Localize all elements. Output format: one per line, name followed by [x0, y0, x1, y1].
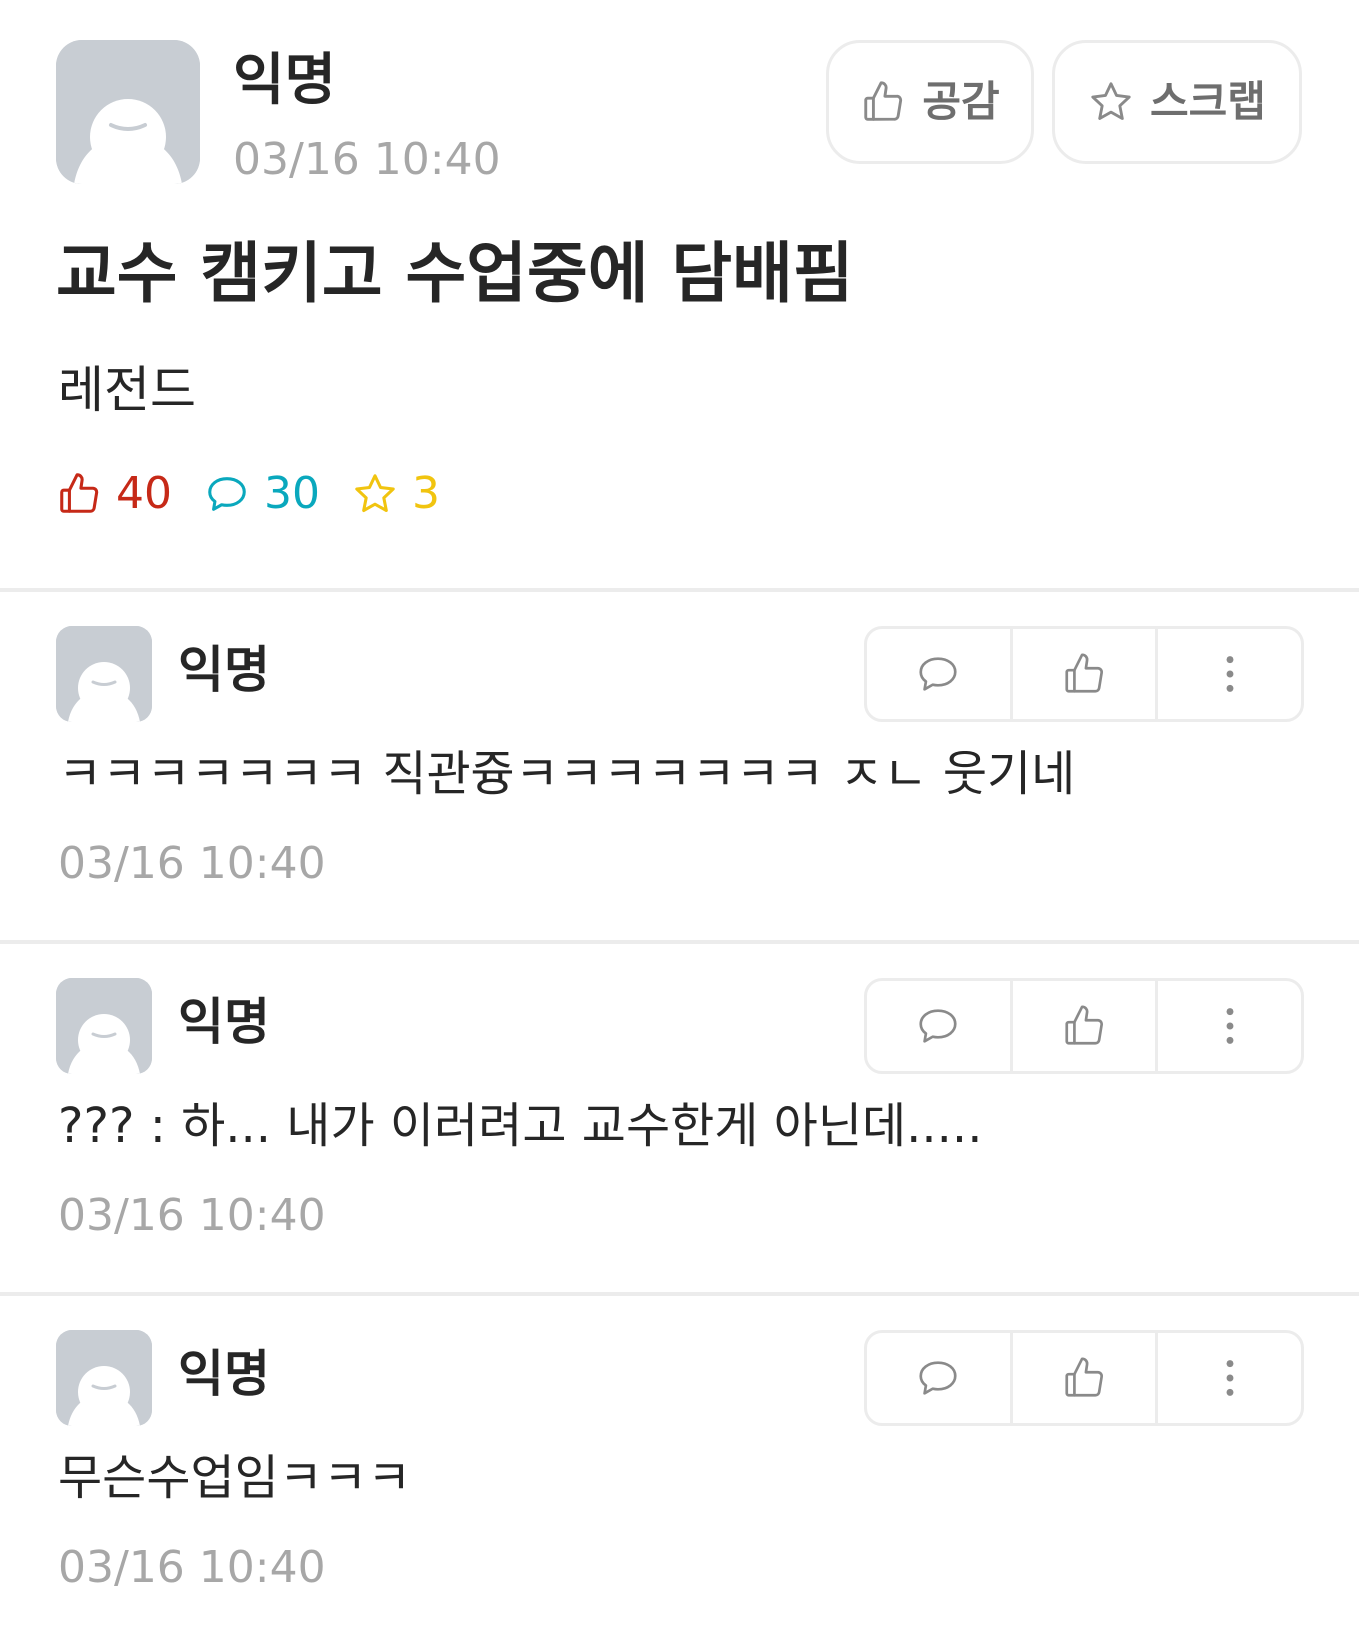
comment-like-button[interactable]: [1009, 981, 1156, 1071]
speech-bubble-icon: [919, 1009, 957, 1043]
post-author-name: 익명: [233, 48, 337, 113]
comment-like-button[interactable]: [1009, 629, 1156, 719]
speech-bubble-icon: [919, 657, 957, 691]
comment-action-bar: [864, 626, 1304, 722]
scrap-button-label: 스크랩: [1150, 77, 1266, 126]
thumbs-up-icon: [1065, 653, 1103, 693]
comment-timestamp: 03/16 10:40: [58, 1542, 326, 1593]
more-options-button[interactable]: [1155, 981, 1301, 1071]
star-icon: [352, 471, 398, 517]
comment-text: ??? : 하... 내가 이러려고 교수한게 아닌데.....: [58, 1098, 983, 1154]
more-vertical-icon: [1226, 656, 1234, 692]
thumbs-up-icon: [56, 471, 102, 517]
scrap-button[interactable]: 스크랩: [1052, 40, 1302, 164]
comment-item: 익명 ??? : 하... 내가 이러려고 교수한게 아닌데..... 03/1…: [0, 944, 1359, 1292]
author-avatar-icon: [56, 40, 200, 184]
star-icon: [1088, 79, 1134, 125]
post-timestamp: 03/16 10:40: [233, 134, 501, 185]
comment-author-name: 익명: [178, 641, 270, 699]
comment-author-name: 익명: [178, 1345, 270, 1403]
reply-button[interactable]: [867, 629, 1010, 719]
like-button[interactable]: 공감: [826, 40, 1034, 164]
more-vertical-icon: [1226, 1360, 1234, 1396]
commenter-avatar-icon: [56, 626, 152, 722]
article-post: 익명 03/16 10:40 공감 스크랩 교수 캠키고 수업중에 담배핌 레전…: [0, 0, 1359, 590]
comment-action-bar: [864, 1330, 1304, 1426]
thumbs-up-icon: [1065, 1005, 1103, 1045]
more-vertical-icon: [1226, 1008, 1234, 1044]
like-count-value: 40: [116, 468, 172, 519]
speech-bubble-icon: [204, 471, 250, 517]
post-body: 레전드: [58, 361, 196, 419]
comment-count: 30: [204, 466, 320, 522]
comment-like-button[interactable]: [1009, 1333, 1156, 1423]
commenter-avatar-icon: [56, 1330, 152, 1426]
comment-item: 익명 무슨수업임ㅋㅋㅋ 03/16 10:40: [0, 1296, 1359, 1644]
thumbs-up-icon: [860, 79, 906, 125]
speech-bubble-icon: [919, 1361, 957, 1395]
post-title: 교수 캠키고 수업중에 담배핌: [56, 235, 854, 312]
comment-count-value: 30: [264, 468, 320, 519]
comment-text: 무슨수업임ㅋㅋㅋ: [58, 1450, 412, 1506]
thumbs-up-icon: [1065, 1357, 1103, 1397]
commenter-avatar-icon: [56, 978, 152, 1074]
comment-timestamp: 03/16 10:40: [58, 1190, 326, 1241]
scrap-count-value: 3: [412, 468, 440, 519]
post-stats: 40 30 3: [56, 466, 472, 522]
like-count: 40: [56, 466, 172, 522]
more-options-button[interactable]: [1155, 629, 1301, 719]
comment-timestamp: 03/16 10:40: [58, 838, 326, 889]
like-button-label: 공감: [922, 77, 1000, 126]
reply-button[interactable]: [867, 1333, 1010, 1423]
comment-author-name: 익명: [178, 993, 270, 1051]
comment-action-bar: [864, 978, 1304, 1074]
scrap-count: 3: [352, 466, 440, 522]
more-options-button[interactable]: [1155, 1333, 1301, 1423]
comment-text: ㅋㅋㅋㅋㅋㅋㅋ 직관즁ㅋㅋㅋㅋㅋㅋㅋ ㅈㄴ 웃기네: [58, 746, 1076, 802]
reply-button[interactable]: [867, 981, 1010, 1071]
comment-item: 익명 ㅋㅋㅋㅋㅋㅋㅋ 직관즁ㅋㅋㅋㅋㅋㅋㅋ ㅈㄴ 웃기네 03/16 10:40: [0, 592, 1359, 940]
